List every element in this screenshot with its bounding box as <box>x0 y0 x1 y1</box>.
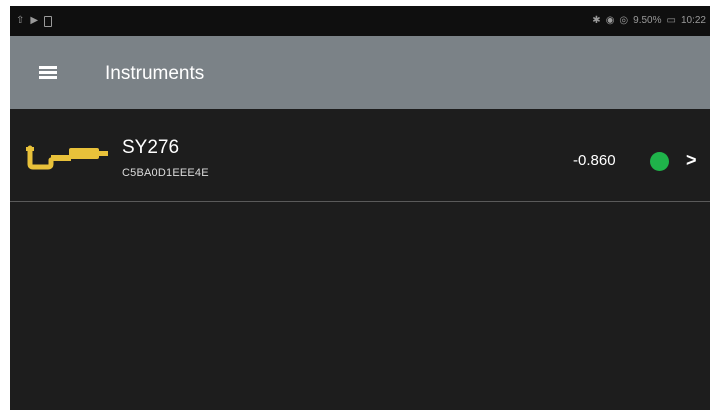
play-icon: ▶ <box>30 15 39 26</box>
page-title: Instruments <box>105 63 205 84</box>
instrument-name: SY276 <box>122 137 180 158</box>
wifi-icon: ◎ <box>619 15 629 26</box>
hamburger-menu-icon[interactable] <box>39 64 61 82</box>
status-time: 10:22 <box>680 15 706 26</box>
connection-status-icon <box>650 152 669 171</box>
status-left: ⇧ ▶ <box>16 15 53 27</box>
status-bar: ⇧ ▶ ✱ ◉ ◎ 9.50% ▭ 10:22 <box>10 6 710 36</box>
instrument-value: -0.860 <box>573 152 616 169</box>
storage-icon <box>44 15 53 27</box>
instrument-id: C5BA0D1EEE4E <box>122 167 209 179</box>
divider <box>10 201 710 202</box>
app-bar: Instruments <box>10 36 710 109</box>
micrometer-icon <box>26 145 108 170</box>
notification-icon: ⇧ <box>16 15 25 26</box>
chevron-right-icon[interactable]: > <box>686 150 697 170</box>
battery-icon: ▭ <box>666 15 676 26</box>
sync-icon: ◉ <box>605 15 615 26</box>
app-screen: ⇧ ▶ ✱ ◉ ◎ 9.50% ▭ 10:22 Instruments SY27… <box>10 6 710 410</box>
status-right: ✱ ◉ ◎ 9.50% ▭ 10:22 <box>592 15 706 27</box>
instrument-list-item[interactable]: SY276 C5BA0D1EEE4E -0.860 > <box>10 109 710 201</box>
battery-percent: 9.50% <box>633 15 662 26</box>
bluetooth-icon: ✱ <box>592 15 601 26</box>
